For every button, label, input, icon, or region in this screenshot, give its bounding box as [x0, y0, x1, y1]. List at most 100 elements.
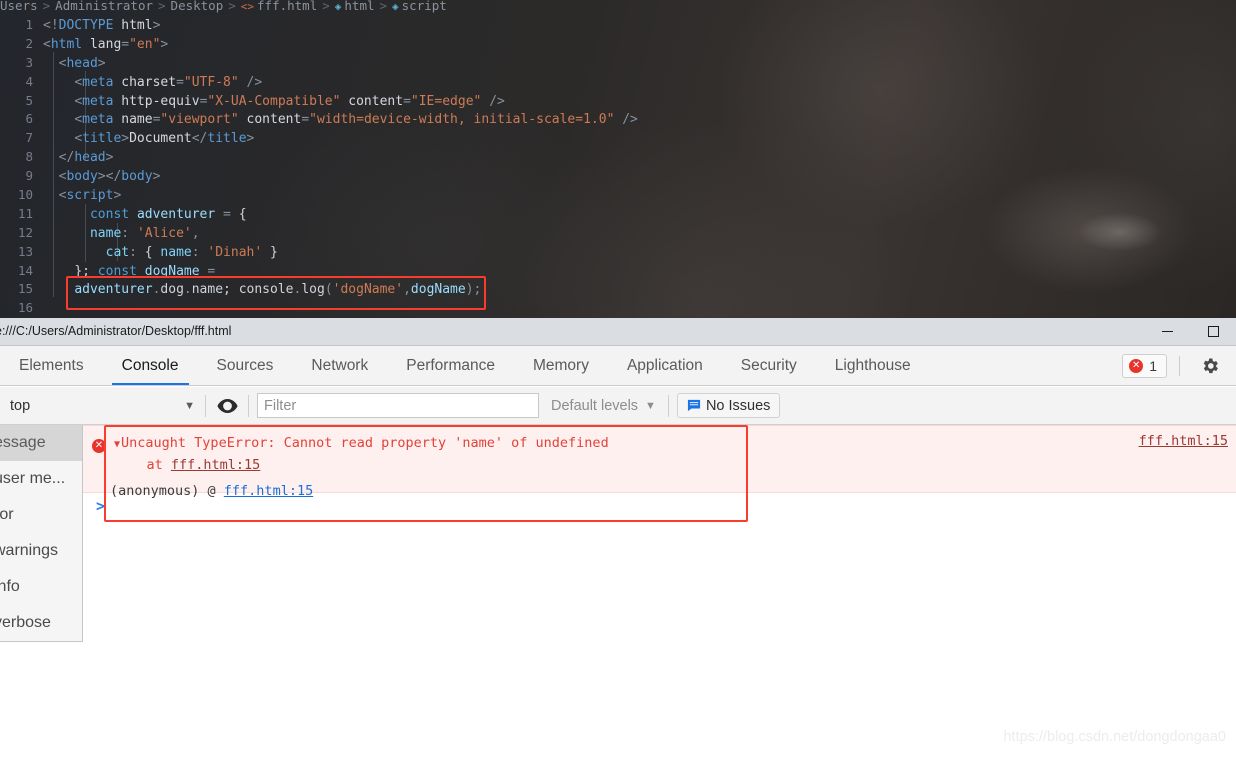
- minimize-icon: [1161, 331, 1173, 332]
- tab-console[interactable]: Console: [103, 346, 198, 385]
- tab-lighthouse[interactable]: Lighthouse: [816, 346, 930, 385]
- code-line: 7 <title>Document</title>: [0, 129, 1236, 148]
- breadcrumb-item-desktop[interactable]: Desktop: [171, 0, 224, 13]
- tab-label: Sources: [216, 356, 274, 374]
- log-levels-select[interactable]: Default levels ▼: [545, 398, 668, 414]
- console-stack-trace[interactable]: (anonymous) @ fff.html:15: [110, 483, 313, 499]
- code-line: 1 <!DOCTYPE html>: [0, 16, 1236, 35]
- line-number: 7: [25, 130, 33, 146]
- level-menu-item-user-messages[interactable]: user me...: [0, 461, 82, 497]
- line-number: 1: [25, 17, 33, 32]
- chevron-down-icon: ▼: [184, 399, 195, 412]
- line-number: 10: [17, 187, 33, 203]
- tag-icon: ◈: [392, 0, 399, 13]
- code-line: 14 }; const dogName =: [0, 262, 1236, 281]
- execution-context-select[interactable]: top ▼: [0, 387, 205, 425]
- minimize-button[interactable]: [1144, 318, 1190, 345]
- breadcrumb-item-users[interactable]: Users: [0, 0, 38, 13]
- breadcrumb-item-fff-html[interactable]: <> fff.html: [241, 0, 317, 13]
- level-menu-item-all-message[interactable]: essage: [0, 425, 82, 461]
- code-line: 3 <head>: [0, 54, 1236, 73]
- settings-button[interactable]: [1192, 356, 1228, 376]
- tab-bar-right-controls: ✕ 1: [1122, 346, 1236, 385]
- issues-label: No Issues: [705, 397, 771, 414]
- breadcrumb-label: Desktop: [170, 0, 224, 13]
- tab-security[interactable]: Security: [722, 346, 816, 385]
- html-file-icon: <>: [240, 0, 255, 13]
- code-line: 6 <meta name="viewport" content="width=d…: [0, 110, 1236, 129]
- line-number: 8: [25, 149, 33, 165]
- page-url-text: e:///C:/Users/Administrator/Desktop/fff.…: [0, 324, 232, 338]
- breadcrumb-item-html[interactable]: ◈ html: [335, 0, 375, 13]
- code-line: 5 <meta http-equiv="X-UA-Compatible" con…: [0, 92, 1236, 111]
- error-stack-link[interactable]: fff.html:15: [171, 457, 260, 473]
- level-menu-label: essage: [0, 434, 46, 451]
- level-menu-label: info: [0, 578, 20, 595]
- toolbar-divider: [667, 394, 669, 417]
- code-line: 12 name: 'Alice',: [0, 224, 1236, 243]
- tab-memory[interactable]: Memory: [514, 346, 608, 385]
- line-number: 16: [17, 300, 33, 316]
- breadcrumb-separator: >: [158, 0, 166, 13]
- console-message-area[interactable]: ✕ ▼Uncaught TypeError: Cannot read prope…: [0, 425, 1236, 759]
- maximize-icon: [1207, 326, 1219, 337]
- level-menu-item-info[interactable]: info: [0, 569, 82, 605]
- error-count-badge[interactable]: ✕ 1: [1122, 353, 1167, 378]
- tab-network[interactable]: Network: [292, 346, 387, 385]
- issues-button[interactable]: No Issues: [676, 393, 781, 418]
- error-circle-icon: ✕: [92, 439, 106, 453]
- breadcrumb-label: fff.html: [257, 0, 318, 13]
- filter-input[interactable]: Filter: [257, 393, 539, 418]
- code-line: 4 <meta charset="UTF-8" />: [0, 73, 1236, 92]
- log-level-dropdown-menu[interactable]: essage user me... ror warnings info verb…: [0, 425, 83, 642]
- code-line: 15 adventurer.dog.name; console.log('dog…: [0, 280, 1236, 299]
- line-number: 12: [17, 224, 33, 240]
- level-menu-label: warnings: [0, 542, 59, 559]
- console-filter-toolbar[interactable]: top ▼ Filter Default levels ▼ No Issues: [0, 387, 1236, 425]
- code-line: 16: [0, 299, 1236, 318]
- tab-label: Memory: [532, 356, 589, 374]
- breadcrumb[interactable]: Users > Administrator > Desktop > <> fff.html > ◈…: [0, 0, 447, 15]
- message-icon: [687, 399, 701, 412]
- code-line: 2 <html lang="en">: [0, 35, 1236, 54]
- live-expression-button[interactable]: [206, 387, 248, 425]
- breadcrumb-separator: >: [322, 0, 330, 13]
- breadcrumb-item-script[interactable]: ◈ script: [392, 0, 447, 13]
- level-menu-label: user me...: [0, 470, 66, 487]
- line-number: 3: [25, 54, 33, 70]
- line-number: 4: [25, 73, 33, 89]
- code-line: 9 <body></body>: [0, 167, 1236, 186]
- tab-label: Security: [740, 356, 797, 374]
- log-levels-value: Default levels: [551, 397, 639, 414]
- tab-performance[interactable]: Performance: [387, 346, 514, 385]
- error-source-link[interactable]: fff.html:15: [1139, 433, 1228, 449]
- breadcrumb-item-administrator[interactable]: Administrator: [55, 0, 153, 13]
- level-menu-item-warnings[interactable]: warnings: [0, 533, 82, 569]
- level-menu-item-errors[interactable]: ror: [0, 497, 82, 533]
- window-controls[interactable]: [1144, 318, 1236, 345]
- code-line: 11 const adventurer = {: [0, 205, 1236, 224]
- tab-label: Performance: [406, 356, 495, 374]
- filter-placeholder: Filter: [264, 397, 297, 414]
- error-at-prefix: at: [114, 457, 171, 473]
- maximize-button[interactable]: [1190, 318, 1236, 345]
- tab-sources[interactable]: Sources: [198, 346, 293, 385]
- level-menu-label: verbose: [0, 614, 51, 631]
- devtools-tab-bar[interactable]: Elements Console Sources Network Perform…: [0, 346, 1236, 386]
- toolbar-divider: [1179, 355, 1180, 376]
- breadcrumb-separator: >: [228, 0, 236, 13]
- line-number: 6: [25, 111, 33, 127]
- stack-source-link[interactable]: fff.html:15: [224, 483, 313, 499]
- level-menu-item-verbose[interactable]: verbose: [0, 605, 82, 641]
- code-content[interactable]: 1 <!DOCTYPE html> 2 <html lang="en"> 3 <he…: [0, 16, 1236, 318]
- expand-caret-icon[interactable]: ▼: [114, 439, 120, 450]
- line-number: 13: [17, 243, 33, 259]
- tab-elements[interactable]: Elements: [0, 346, 103, 385]
- code-line: 10 <script>: [0, 186, 1236, 205]
- tab-application[interactable]: Application: [608, 346, 722, 385]
- tab-label: Console: [121, 356, 179, 374]
- code-line: 13 cat: { name: 'Dinah' }: [0, 243, 1236, 262]
- line-number: 11: [17, 205, 33, 221]
- watermark: https://blog.csdn.net/dongdongaa0: [1003, 729, 1226, 745]
- line-number: 2: [25, 35, 33, 51]
